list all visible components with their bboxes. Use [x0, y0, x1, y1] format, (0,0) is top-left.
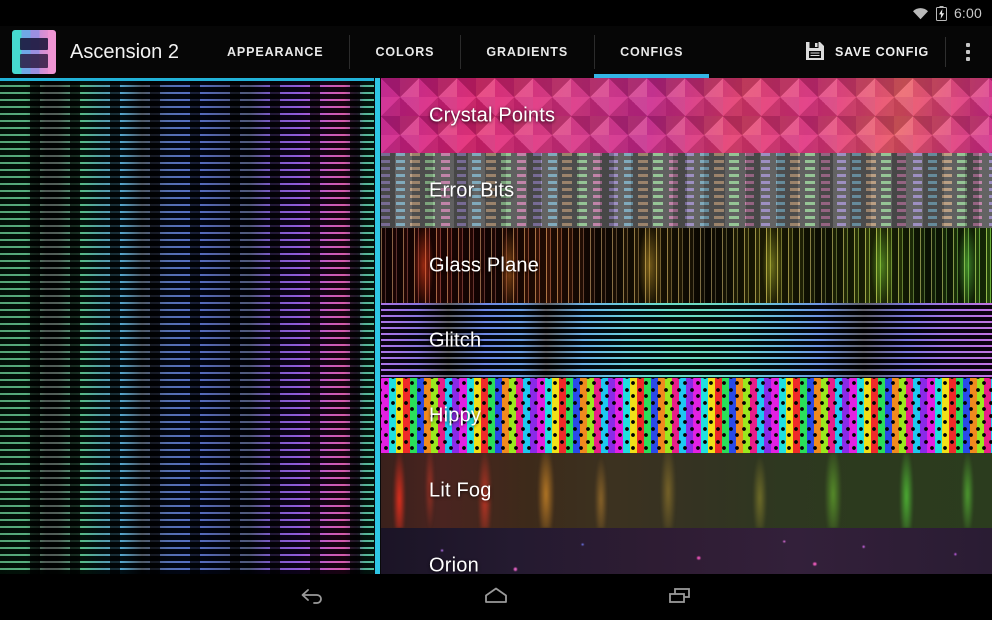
- config-row-hippy[interactable]: Hippy: [381, 378, 992, 453]
- overflow-menu-icon[interactable]: [950, 26, 986, 78]
- overflow-dot: [966, 50, 970, 54]
- android-navigation-bar: [0, 574, 992, 620]
- config-row-crystal-points[interactable]: Crystal Points: [381, 78, 992, 153]
- status-bar: 6:00: [0, 0, 992, 26]
- android-tablet-screen: 6:00 Ascension 2 APPEARANCE COLORS GRADI…: [0, 0, 992, 620]
- save-config-label: SAVE CONFIG: [835, 45, 929, 59]
- tab-configs-label: CONFIGS: [620, 45, 684, 59]
- tab-appearance[interactable]: APPEARANCE: [201, 26, 350, 78]
- overflow-dot: [966, 57, 970, 61]
- config-row-label: Orion: [429, 554, 479, 574]
- save-floppy-icon: [804, 40, 826, 65]
- config-list: Crystal Points Error Bits Glass Plane Gl…: [381, 78, 992, 574]
- tab-gradients-label: GRADIENTS: [486, 45, 569, 59]
- action-bar: Ascension 2 APPEARANCE COLORS GRADIENTS …: [0, 26, 992, 78]
- action-bar-actions: SAVE CONFIG: [792, 26, 992, 78]
- tab-configs[interactable]: CONFIGS: [594, 26, 710, 78]
- config-row-lit-fog[interactable]: Lit Fog: [381, 453, 992, 528]
- tab-appearance-label: APPEARANCE: [226, 45, 324, 59]
- config-list-scrollbar[interactable]: [375, 78, 380, 574]
- config-row-label: Hippy: [429, 404, 482, 426]
- app-title: Ascension 2: [70, 40, 179, 63]
- battery-charging-icon: [935, 5, 947, 21]
- content-area: Crystal Points Error Bits Glass Plane Gl…: [0, 78, 992, 574]
- config-row-orion[interactable]: Orion: [381, 528, 992, 574]
- wifi-icon: [912, 7, 929, 20]
- tab-colors-label: COLORS: [375, 45, 435, 59]
- tab-bar: APPEARANCE COLORS GRADIENTS CONFIGS: [201, 26, 710, 78]
- config-row-error-bits[interactable]: Error Bits: [381, 153, 992, 228]
- back-arrow-icon: [296, 583, 328, 612]
- config-row-label: Lit Fog: [429, 479, 492, 501]
- tab-colors[interactable]: COLORS: [349, 26, 460, 78]
- action-bar-divider: [945, 37, 946, 67]
- config-row-glitch[interactable]: Glitch: [381, 303, 992, 378]
- preview-top-accent: [0, 78, 374, 81]
- app-logo-icon[interactable]: [12, 30, 56, 74]
- save-config-button[interactable]: SAVE CONFIG: [792, 26, 941, 78]
- tab-gradients[interactable]: GRADIENTS: [460, 26, 594, 78]
- config-row-glass-plane[interactable]: Glass Plane: [381, 228, 992, 303]
- nav-back-button[interactable]: [288, 574, 336, 620]
- recents-icon: [664, 583, 696, 612]
- config-row-label: Crystal Points: [429, 104, 556, 126]
- preview-column-gaps: [0, 78, 374, 574]
- config-row-label: Error Bits: [429, 179, 515, 201]
- nav-recents-button[interactable]: [656, 574, 704, 620]
- live-wallpaper-preview[interactable]: [0, 78, 374, 574]
- overflow-dot: [966, 43, 970, 47]
- nav-home-button[interactable]: [472, 574, 520, 620]
- home-icon: [480, 583, 512, 612]
- config-row-label: Glitch: [429, 329, 482, 351]
- config-row-label: Glass Plane: [429, 254, 540, 276]
- status-bar-clock: 6:00: [953, 5, 982, 21]
